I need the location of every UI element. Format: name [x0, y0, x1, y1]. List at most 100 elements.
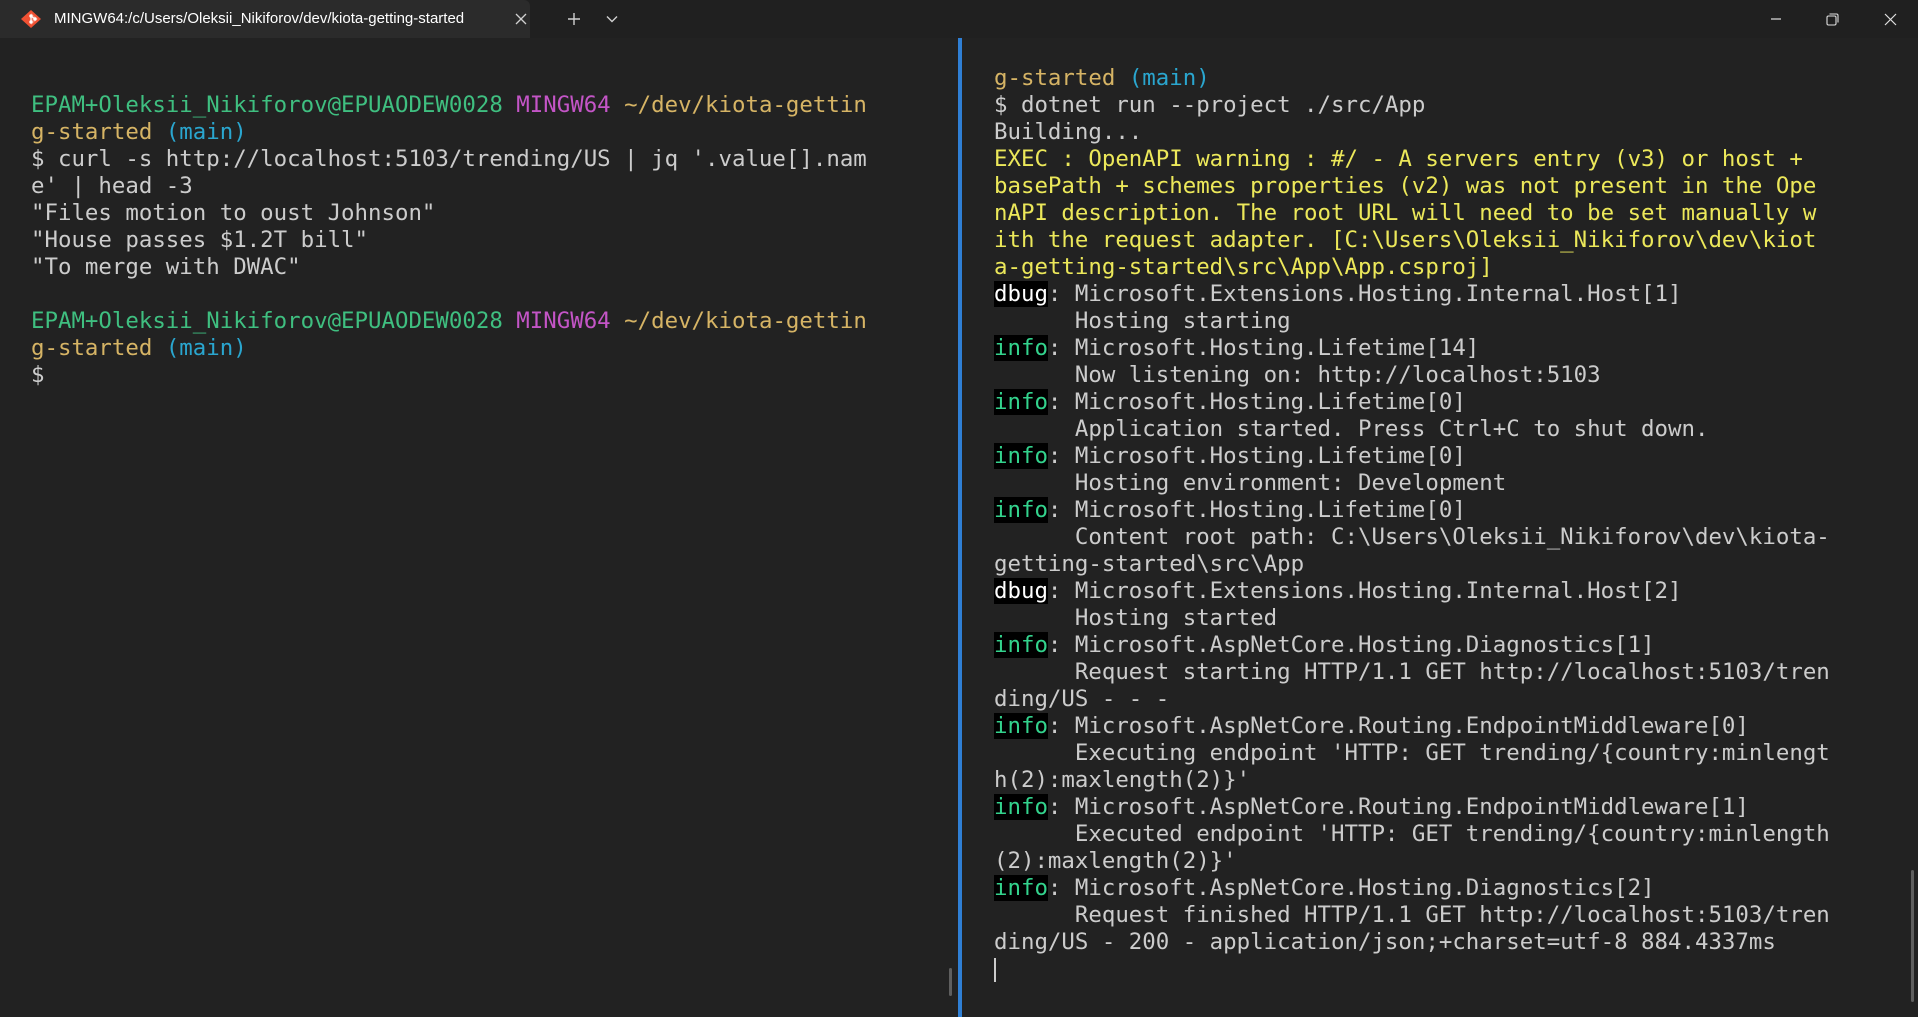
terminal-line: info: Microsoft.AspNetCore.Routing.Endpo…	[994, 713, 1830, 740]
scrollbar[interactable]	[949, 968, 952, 996]
terminal-line: EPAM+Oleksii_Nikiforov@EPUAODEW0028 MING…	[31, 92, 867, 119]
close-icon[interactable]	[1862, 0, 1918, 38]
terminal-line: Building...	[994, 119, 1830, 146]
right-terminal-pane[interactable]: g-started (main) $ dotnet run --project .…	[962, 38, 1918, 1017]
terminal-line: g-started (main)	[31, 119, 867, 146]
terminal-line: Content root path: C:\Users\Oleksii_Niki…	[994, 524, 1830, 551]
terminal-text: getting-started\src\App	[994, 551, 1305, 577]
terminal-text: g-started	[994, 65, 1116, 91]
terminal-line: ith the request adapter. [C:\Users\Oleks…	[994, 227, 1830, 254]
terminal-line: dbug: Microsoft.Extensions.Hosting.Inter…	[994, 578, 1830, 605]
terminal-text: EPAM+Oleksii_Nikiforov@EPUAODEW0028	[31, 308, 503, 334]
terminal-line: info: Microsoft.Hosting.Lifetime[0]	[994, 497, 1830, 524]
terminal-line: ding/US - - -	[994, 686, 1830, 713]
terminal-line: info: Microsoft.Hosting.Lifetime[14]	[994, 335, 1830, 362]
terminal-text: Hosting started	[994, 605, 1278, 631]
terminal-text: EXEC : OpenAPI warning : #/ - A servers …	[994, 146, 1803, 172]
terminal-line: info: Microsoft.Hosting.Lifetime[0]	[994, 443, 1830, 470]
terminal-line: "Files motion to oust Johnson"	[31, 200, 867, 227]
log-level-badge: info	[994, 794, 1048, 820]
terminal-line: Executed endpoint 'HTTP: GET trending/{c…	[994, 821, 1830, 848]
terminal-text: Content root path: C:\Users\Oleksii_Niki…	[994, 524, 1830, 550]
terminal-line: "House passes $1.2T bill"	[31, 227, 867, 254]
log-level-badge: dbug	[994, 281, 1048, 307]
terminal-text: h(2):maxlength(2)}'	[994, 767, 1251, 793]
terminal-line: nAPI description. The root URL will need…	[994, 200, 1830, 227]
terminal-text: : Microsoft.Hosting.Lifetime[14]	[1047, 335, 1480, 361]
log-level-badge: info	[994, 497, 1048, 523]
terminal-text: g-started	[31, 335, 153, 361]
terminal-text: : Microsoft.AspNetCore.Routing.EndpointM…	[1047, 713, 1749, 739]
terminal-line: info: Microsoft.AspNetCore.Routing.Endpo…	[994, 794, 1830, 821]
terminal-text: a-getting-started\src\App\App.csproj]	[994, 254, 1493, 280]
terminal-text: Building...	[994, 119, 1143, 145]
chevron-down-icon[interactable]	[600, 0, 624, 38]
title-bar: MINGW64:/c/Users/Oleksii_Nikiforov/dev/k…	[0, 0, 1918, 38]
terminal-line: g-started (main)	[994, 65, 1830, 92]
close-tab-icon[interactable]	[510, 8, 532, 30]
terminal-output: EPAM+Oleksii_Nikiforov@EPUAODEW0028 MING…	[31, 38, 867, 389]
log-level-badge: info	[994, 335, 1048, 361]
terminal-text: Request finished HTTP/1.1 GET http://loc…	[994, 902, 1830, 928]
terminal-line: info: Microsoft.AspNetCore.Hosting.Diagn…	[994, 632, 1830, 659]
terminal-line: a-getting-started\src\App\App.csproj]	[994, 254, 1830, 281]
terminal-text: MINGW64	[516, 92, 611, 118]
terminal-text: Application started. Press Ctrl+C to shu…	[994, 416, 1709, 442]
log-level-badge: info	[994, 713, 1048, 739]
terminal-line: $	[31, 362, 867, 389]
left-terminal-pane[interactable]: EPAM+Oleksii_Nikiforov@EPUAODEW0028 MING…	[0, 38, 958, 1017]
terminal-line: getting-started\src\App	[994, 551, 1830, 578]
terminal-text: : Microsoft.AspNetCore.Hosting.Diagnosti…	[1047, 875, 1655, 901]
terminal-line: "To merge with DWAC"	[31, 254, 867, 281]
terminal-text: : Microsoft.AspNetCore.Routing.EndpointM…	[1047, 794, 1749, 820]
terminal-text: (main)	[1128, 65, 1210, 91]
terminal-line: Executing endpoint 'HTTP: GET trending/{…	[994, 740, 1830, 767]
terminal-text: : Microsoft.Extensions.Hosting.Internal.…	[1047, 281, 1682, 307]
terminal-line: Request starting HTTP/1.1 GET http://loc…	[994, 659, 1830, 686]
terminal-text: EPAM+Oleksii_Nikiforov@EPUAODEW0028	[31, 92, 503, 118]
terminal-text: ding/US - - -	[994, 686, 1170, 712]
terminal-text: Request starting HTTP/1.1 GET http://loc…	[994, 659, 1830, 685]
terminal-line: (2):maxlength(2)}'	[994, 848, 1830, 875]
terminal-line: info: Microsoft.Hosting.Lifetime[0]	[994, 389, 1830, 416]
terminal-text: $ dotnet run --project ./src/App	[994, 92, 1426, 118]
minimize-icon[interactable]	[1748, 0, 1804, 38]
terminal-line	[994, 956, 1830, 983]
log-level-badge: info	[994, 389, 1048, 415]
terminal-text: : Microsoft.Hosting.Lifetime[0]	[1047, 443, 1466, 469]
terminal-line: Hosting started	[994, 605, 1830, 632]
terminal-text: Now listening on: http://localhost:5103	[994, 362, 1601, 388]
text-cursor	[994, 957, 996, 982]
scrollbar[interactable]	[1911, 870, 1914, 1002]
terminal-tab[interactable]: MINGW64:/c/Users/Oleksii_Nikiforov/dev/k…	[0, 0, 530, 38]
terminal-line: ding/US - 200 - application/json;+charse…	[994, 929, 1830, 956]
terminal-text: g-started	[31, 119, 153, 145]
terminal-text: ~/dev/kiota-gettin	[624, 308, 867, 334]
plus-icon[interactable]	[558, 0, 590, 38]
terminal-text: "To merge with DWAC"	[31, 254, 301, 280]
terminal-text: "House passes $1.2T bill"	[31, 227, 369, 253]
restore-icon[interactable]	[1804, 0, 1860, 38]
terminal-text: Executing endpoint 'HTTP: GET trending/{…	[994, 740, 1830, 766]
terminal-text: MINGW64	[516, 308, 611, 334]
terminal-text: ding/US - 200 - application/json;+charse…	[994, 929, 1776, 955]
terminal-line: e' | head -3	[31, 173, 867, 200]
git-bash-icon	[20, 9, 42, 29]
tab-title: MINGW64:/c/Users/Oleksii_Nikiforov/dev/k…	[54, 10, 465, 27]
terminal-line: Application started. Press Ctrl+C to shu…	[994, 416, 1830, 443]
terminal-text: $	[31, 362, 45, 388]
terminal-line: EPAM+Oleksii_Nikiforov@EPUAODEW0028 MING…	[31, 308, 867, 335]
terminal-text: (main)	[165, 335, 247, 361]
terminal-text: : Microsoft.AspNetCore.Hosting.Diagnosti…	[1047, 632, 1655, 658]
terminal-line: Request finished HTTP/1.1 GET http://loc…	[994, 902, 1830, 929]
terminal-text: : Microsoft.Extensions.Hosting.Internal.…	[1047, 578, 1682, 604]
terminal-line: Now listening on: http://localhost:5103	[994, 362, 1830, 389]
terminal-text: (2):maxlength(2)}'	[994, 848, 1237, 874]
